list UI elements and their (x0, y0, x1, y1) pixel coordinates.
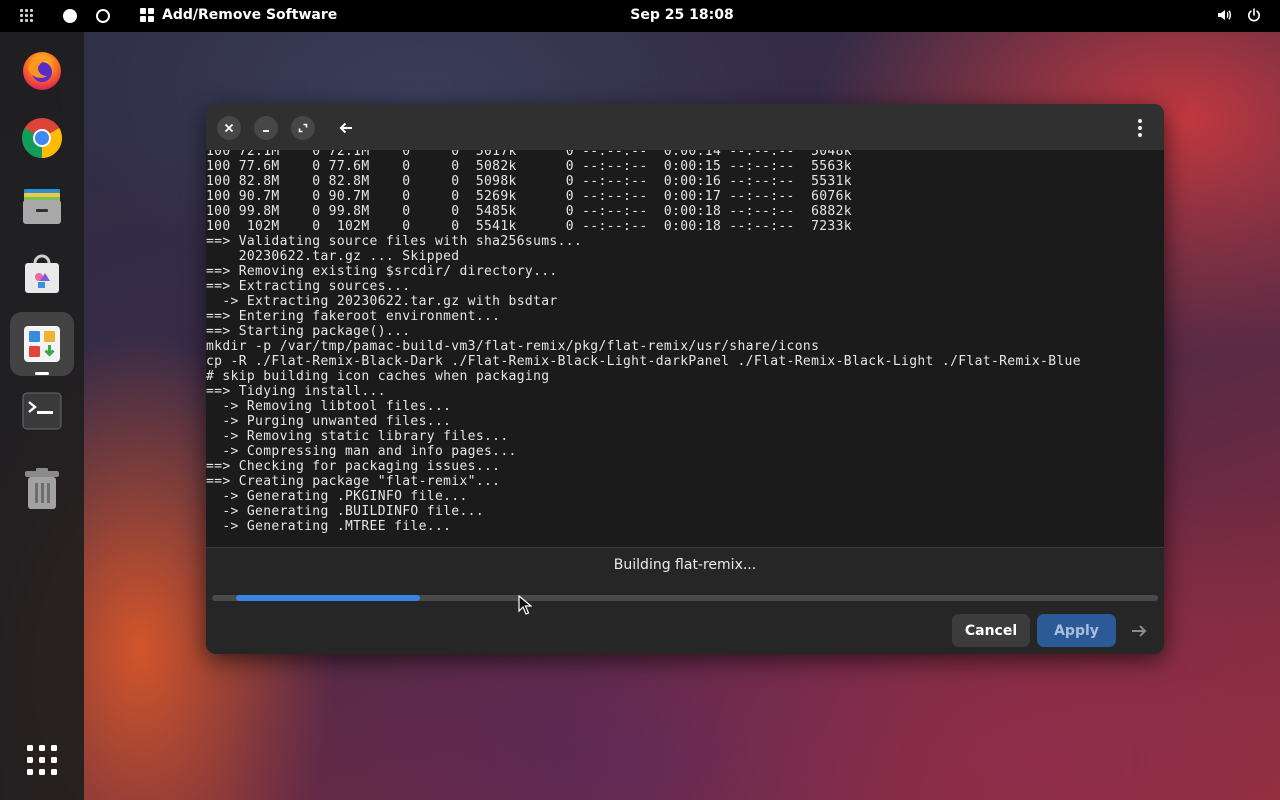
terminal-line: 100 77.6M 0 77.6M 0 0 5082k 0 --:--:-- 0… (206, 159, 852, 174)
cancel-button[interactable]: Cancel (952, 614, 1030, 647)
close-button[interactable] (217, 116, 241, 140)
status-label: Building flat-remix... (613, 557, 757, 573)
terminal-lines: 100 72.1M 0 72.1M 0 0 5017k 0 --:--:-- 0… (206, 150, 1081, 534)
terminal-line: ==> Tidying install... (206, 384, 386, 399)
build-progress-bar (212, 595, 1158, 601)
arrow-left-icon (339, 122, 352, 134)
terminal-line: 100 72.1M 0 72.1M 0 0 5017k 0 --:--:-- 0… (206, 150, 852, 159)
trash-icon (25, 468, 59, 509)
clock[interactable]: Sep 25 18:08 (0, 7, 1280, 23)
apply-button[interactable]: Apply (1037, 614, 1116, 647)
dock-item-files[interactable] (10, 174, 74, 238)
dock (0, 32, 84, 800)
dock-item-firefox[interactable] (10, 38, 74, 102)
terminal-line: -> Removing libtool files... (206, 399, 452, 414)
chrome-icon (22, 118, 62, 158)
terminal-line: # skip building icon caches when packagi… (206, 369, 550, 384)
terminal-line: ==> Creating package "flat-remix"... (206, 474, 501, 489)
firefox-icon (23, 52, 61, 90)
main-menu-button[interactable] (1128, 115, 1152, 141)
terminal-line: ==> Validating source files with sha256s… (206, 234, 583, 249)
terminal-line: ==> Extracting sources... (206, 279, 411, 294)
top-bar: Add/Remove Software Sep 25 18:08 (0, 0, 1280, 32)
terminal-line: -> Purging unwanted files... (206, 414, 452, 429)
volume-icon[interactable] (1216, 7, 1232, 23)
software-store-icon (25, 254, 59, 293)
close-icon (224, 123, 234, 133)
terminal-line: 100 82.8M 0 82.8M 0 0 5098k 0 --:--:-- 0… (206, 174, 852, 189)
app-grid-icon (27, 745, 57, 775)
terminal-line: -> Removing static library files... (206, 429, 509, 444)
dock-item-show-apps[interactable] (10, 728, 74, 792)
terminal-line: -> Compressing man and info pages... (206, 444, 517, 459)
dock-item-terminal[interactable] (10, 379, 74, 443)
terminal-line: 100 90.7M 0 90.7M 0 0 5269k 0 --:--:-- 0… (206, 189, 852, 204)
add-remove-software-window: 100 72.1M 0 72.1M 0 0 5017k 0 --:--:-- 0… (206, 104, 1164, 654)
dock-item-chrome[interactable] (10, 106, 74, 170)
window-header-bar (206, 104, 1164, 150)
dock-item-software[interactable] (10, 242, 74, 306)
vertical-dots-icon (1138, 119, 1142, 137)
maximize-icon (298, 123, 308, 133)
terminal-line: 100 99.8M 0 99.8M 0 0 5485k 0 --:--:-- 0… (206, 204, 852, 219)
terminal-line: cp -R ./Flat-Remix-Black-Dark ./Flat-Rem… (206, 354, 1081, 369)
terminal-line: ==> Removing existing $srcdir/ directory… (206, 264, 558, 279)
mouse-cursor-icon (518, 595, 532, 615)
terminal-icon (22, 392, 62, 430)
terminal-line: ==> Entering fakeroot environment... (206, 309, 501, 324)
progress-fill (236, 595, 420, 601)
running-indicator (35, 372, 49, 375)
terminal-line: -> Generating .BUILDINFO file... (206, 504, 485, 519)
build-output-terminal[interactable]: 100 72.1M 0 72.1M 0 0 5017k 0 --:--:-- 0… (206, 150, 1164, 547)
power-icon[interactable] (1246, 7, 1262, 23)
terminal-line: -> Generating .PKGINFO file... (206, 489, 468, 504)
terminal-line: -> Extracting 20230622.tar.gz with bsdta… (206, 294, 558, 309)
terminal-line: 20230622.tar.gz ... Skipped (206, 249, 460, 264)
terminal-line: ==> Starting package()... (206, 324, 411, 339)
separator (206, 547, 1164, 548)
terminal-line: mkdir -p /var/tmp/pamac-build-vm3/flat-r… (206, 339, 820, 354)
system-tray[interactable] (1216, 7, 1262, 23)
terminal-line: ==> Checking for packaging issues... (206, 459, 501, 474)
maximize-button[interactable] (291, 116, 315, 140)
arrow-right-icon[interactable] (1129, 621, 1149, 641)
terminal-line: 100 102M 0 102M 0 0 5541k 0 --:--:-- 0:0… (206, 219, 852, 234)
minimize-button[interactable] (254, 116, 278, 140)
minimize-icon (263, 130, 269, 132)
terminal-line: -> Generating .MTREE file... (206, 519, 452, 534)
back-button[interactable] (333, 115, 359, 141)
files-icon (23, 189, 61, 224)
dock-item-trash[interactable] (10, 457, 74, 521)
add-remove-software-icon (24, 326, 60, 362)
dock-item-add-remove-software[interactable] (10, 312, 74, 376)
